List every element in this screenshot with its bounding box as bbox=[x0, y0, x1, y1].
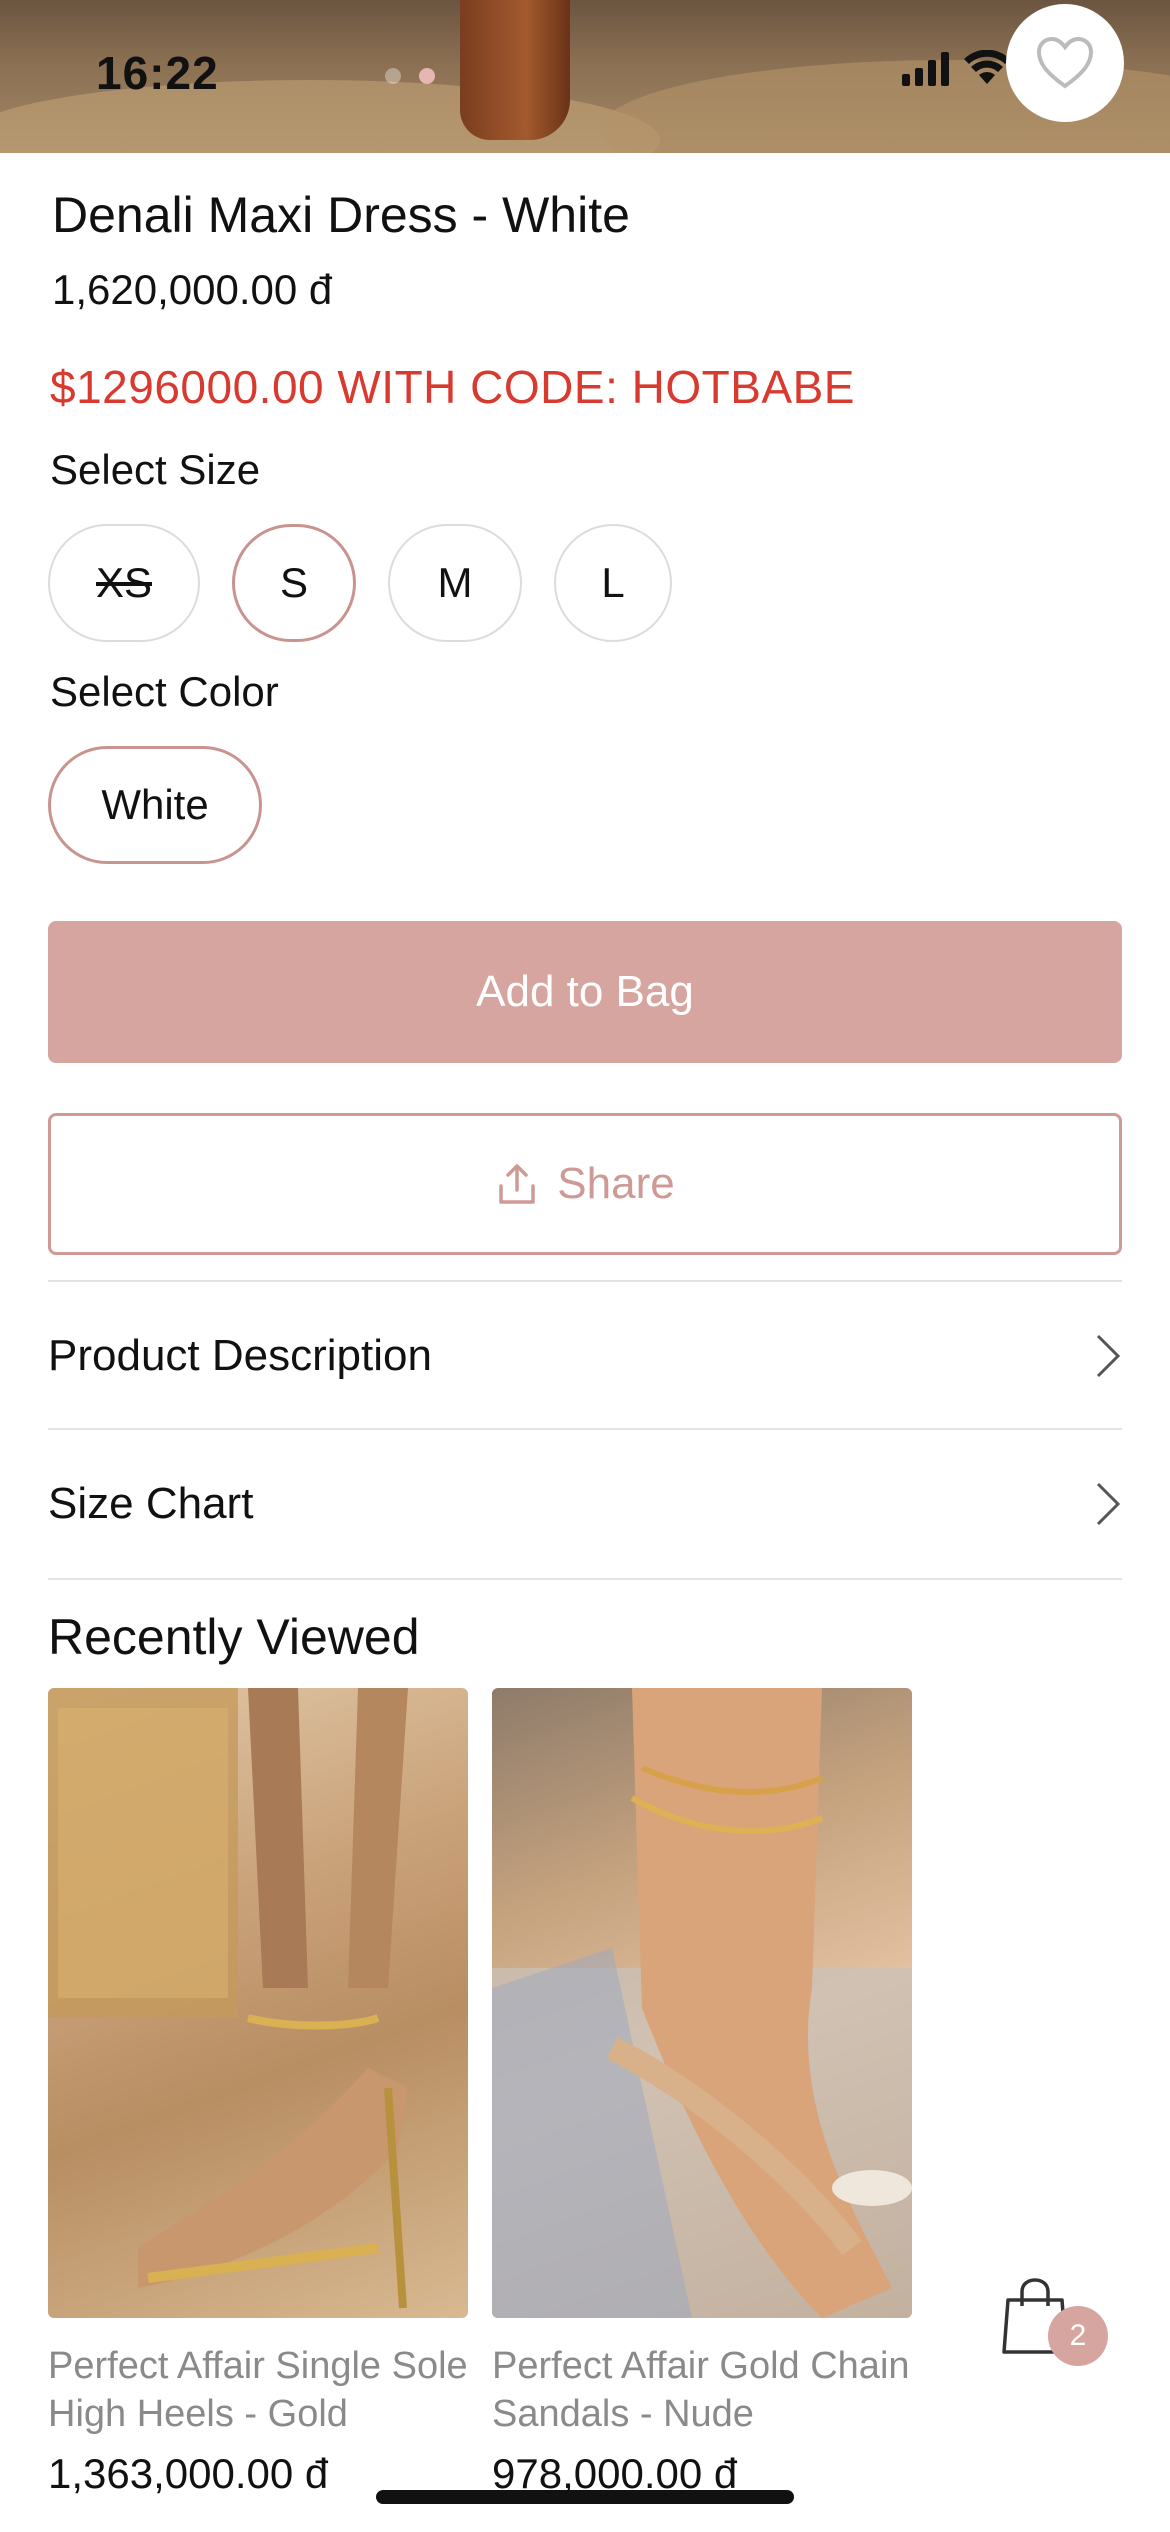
carousel-dot-active[interactable] bbox=[419, 68, 435, 84]
recently-viewed-item[interactable]: Perfect Affair Single Sole High Heels - … bbox=[48, 1688, 468, 2498]
share-button-label: Share bbox=[557, 1159, 675, 1208]
size-options: XS S M L bbox=[48, 524, 672, 642]
size-chart-row[interactable]: Size Chart bbox=[48, 1430, 1122, 1578]
sandals-illustration bbox=[492, 1688, 912, 2318]
hero-image-boot bbox=[460, 0, 570, 140]
product-image-heels[interactable] bbox=[48, 1688, 468, 2318]
recently-viewed-title: Recently Viewed bbox=[48, 1609, 420, 1665]
share-icon bbox=[499, 1164, 536, 1204]
promo-code-text: $1296000.00 WITH CODE: HOTBABE bbox=[50, 361, 855, 413]
product-description-row[interactable]: Product Description bbox=[48, 1282, 1122, 1430]
heels-illustration bbox=[48, 1688, 408, 2309]
heart-icon bbox=[1036, 36, 1094, 89]
add-to-bag-button[interactable]: Add to Bag bbox=[48, 921, 1122, 1063]
chevron-right-icon bbox=[1096, 1334, 1121, 1378]
recently-viewed-item-name: Perfect Affair Single Sole High Heels - … bbox=[48, 2345, 468, 2435]
recently-viewed-item-name: Perfect Affair Gold Chain Sandals - Nude bbox=[492, 2345, 910, 2435]
product-image-sandals[interactable] bbox=[492, 1688, 912, 2318]
size-option-m[interactable]: M bbox=[388, 524, 522, 642]
wishlist-button[interactable] bbox=[1006, 4, 1124, 122]
share-button[interactable]: Share bbox=[48, 1113, 1122, 1255]
select-color-label: Select Color bbox=[50, 668, 279, 715]
size-chart-label: Size Chart bbox=[48, 1479, 254, 1528]
divider bbox=[48, 1578, 1122, 1580]
cellular-signal-icon bbox=[902, 50, 949, 86]
cart-count-badge: 2 bbox=[1048, 2306, 1108, 2366]
product-description-label: Product Description bbox=[48, 1331, 432, 1380]
color-option-white[interactable]: White bbox=[48, 746, 262, 864]
product-title: Denali Maxi Dress - White bbox=[52, 187, 630, 243]
chevron-right-icon bbox=[1096, 1482, 1121, 1526]
recently-viewed-item[interactable]: Perfect Affair Gold Chain Sandals - Nude… bbox=[492, 1688, 912, 2498]
product-price: 1,620,000.00 đ bbox=[52, 266, 333, 313]
home-indicator[interactable] bbox=[376, 2490, 794, 2504]
carousel-dot[interactable] bbox=[385, 68, 401, 84]
status-time: 16:22 bbox=[96, 47, 219, 99]
size-option-xs[interactable]: XS bbox=[48, 524, 200, 642]
size-option-s[interactable]: S bbox=[232, 524, 356, 642]
wifi-icon bbox=[964, 50, 1010, 84]
size-option-l[interactable]: L bbox=[554, 524, 672, 642]
select-size-label: Select Size bbox=[50, 446, 261, 493]
carousel-pagination bbox=[385, 68, 435, 84]
